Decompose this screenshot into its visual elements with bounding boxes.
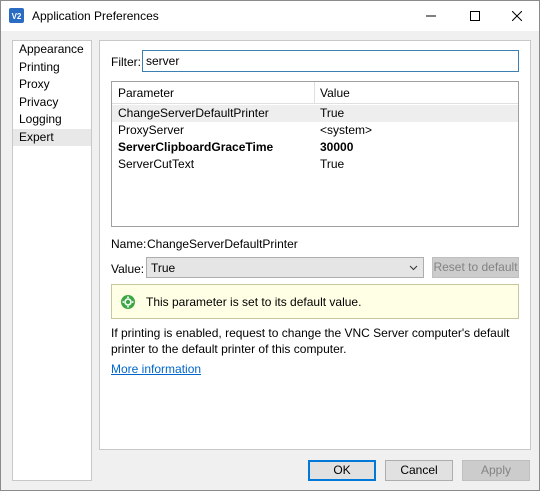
- filter-input[interactable]: [142, 50, 519, 72]
- sidebar-item-proxy[interactable]: Proxy: [13, 76, 91, 94]
- ok-button[interactable]: OK: [308, 460, 376, 481]
- maximize-button[interactable]: [453, 1, 497, 31]
- row-parameter: ServerClipboardGraceTime: [118, 140, 274, 154]
- filter-label: Filter:: [111, 55, 141, 69]
- title-bar[interactable]: V2 Application Preferences: [1, 1, 539, 31]
- app-icon: V2: [9, 8, 24, 23]
- window-title: Application Preferences: [32, 9, 159, 23]
- table-row[interactable]: ServerCutText True: [112, 156, 518, 173]
- sidebar-item-expert[interactable]: Expert: [13, 128, 91, 146]
- sidebar-item-appearance[interactable]: Appearance: [13, 41, 91, 59]
- close-icon: [512, 11, 522, 21]
- column-divider[interactable]: [314, 82, 315, 104]
- column-header-parameter[interactable]: Parameter: [118, 86, 174, 100]
- sidebar-item-printing[interactable]: Printing: [13, 59, 91, 77]
- chevron-down-icon: [409, 265, 418, 271]
- default-value-notice: This parameter is set to its default val…: [111, 284, 519, 319]
- value-dropdown-selected: True: [151, 261, 176, 275]
- table-row[interactable]: ServerClipboardGraceTime 30000: [112, 139, 518, 156]
- table-row[interactable]: ProxyServer <system>: [112, 122, 518, 139]
- more-information-link[interactable]: More information: [111, 362, 201, 376]
- table-row[interactable]: ChangeServerDefaultPrinter True: [112, 105, 518, 122]
- row-value: True: [320, 106, 345, 120]
- row-value: True: [320, 157, 345, 171]
- row-parameter: ServerCutText: [118, 157, 195, 171]
- value-dropdown[interactable]: True: [146, 257, 424, 278]
- category-sidebar: Appearance Printing Proxy Privacy Loggin…: [12, 40, 92, 481]
- row-parameter: ProxyServer: [118, 123, 185, 137]
- value-label: Value:: [111, 262, 145, 276]
- row-value: <system>: [320, 123, 373, 137]
- svg-text:V2: V2: [12, 12, 22, 21]
- check-badge-icon: [121, 295, 135, 309]
- notice-text: This parameter is set to its default val…: [146, 295, 362, 309]
- name-value: ChangeServerDefaultPrinter: [147, 237, 298, 251]
- cancel-button[interactable]: Cancel: [385, 460, 453, 481]
- minimize-button[interactable]: [409, 1, 453, 31]
- row-parameter: ChangeServerDefaultPrinter: [118, 106, 269, 120]
- table-header: Parameter Value: [112, 82, 518, 104]
- preferences-window: V2 Application Preferences Appearance Pr…: [0, 0, 540, 491]
- maximize-icon: [470, 11, 480, 21]
- close-button[interactable]: [495, 1, 539, 31]
- sidebar-item-privacy[interactable]: Privacy: [13, 94, 91, 112]
- apply-button[interactable]: Apply: [462, 460, 530, 481]
- column-header-value[interactable]: Value: [320, 86, 350, 100]
- minimize-icon: [426, 15, 436, 17]
- sidebar-item-logging[interactable]: Logging: [13, 111, 91, 129]
- row-value: 30000: [320, 140, 354, 154]
- expert-panel: Filter: Parameter Value ChangeServerDefa…: [99, 40, 531, 450]
- parameter-description: If printing is enabled, request to chang…: [111, 326, 510, 356]
- reset-to-default-button[interactable]: Reset to default: [432, 257, 519, 278]
- name-label: Name:: [111, 237, 147, 251]
- parameter-table[interactable]: Parameter Value ChangeServerDefaultPrint…: [111, 81, 519, 227]
